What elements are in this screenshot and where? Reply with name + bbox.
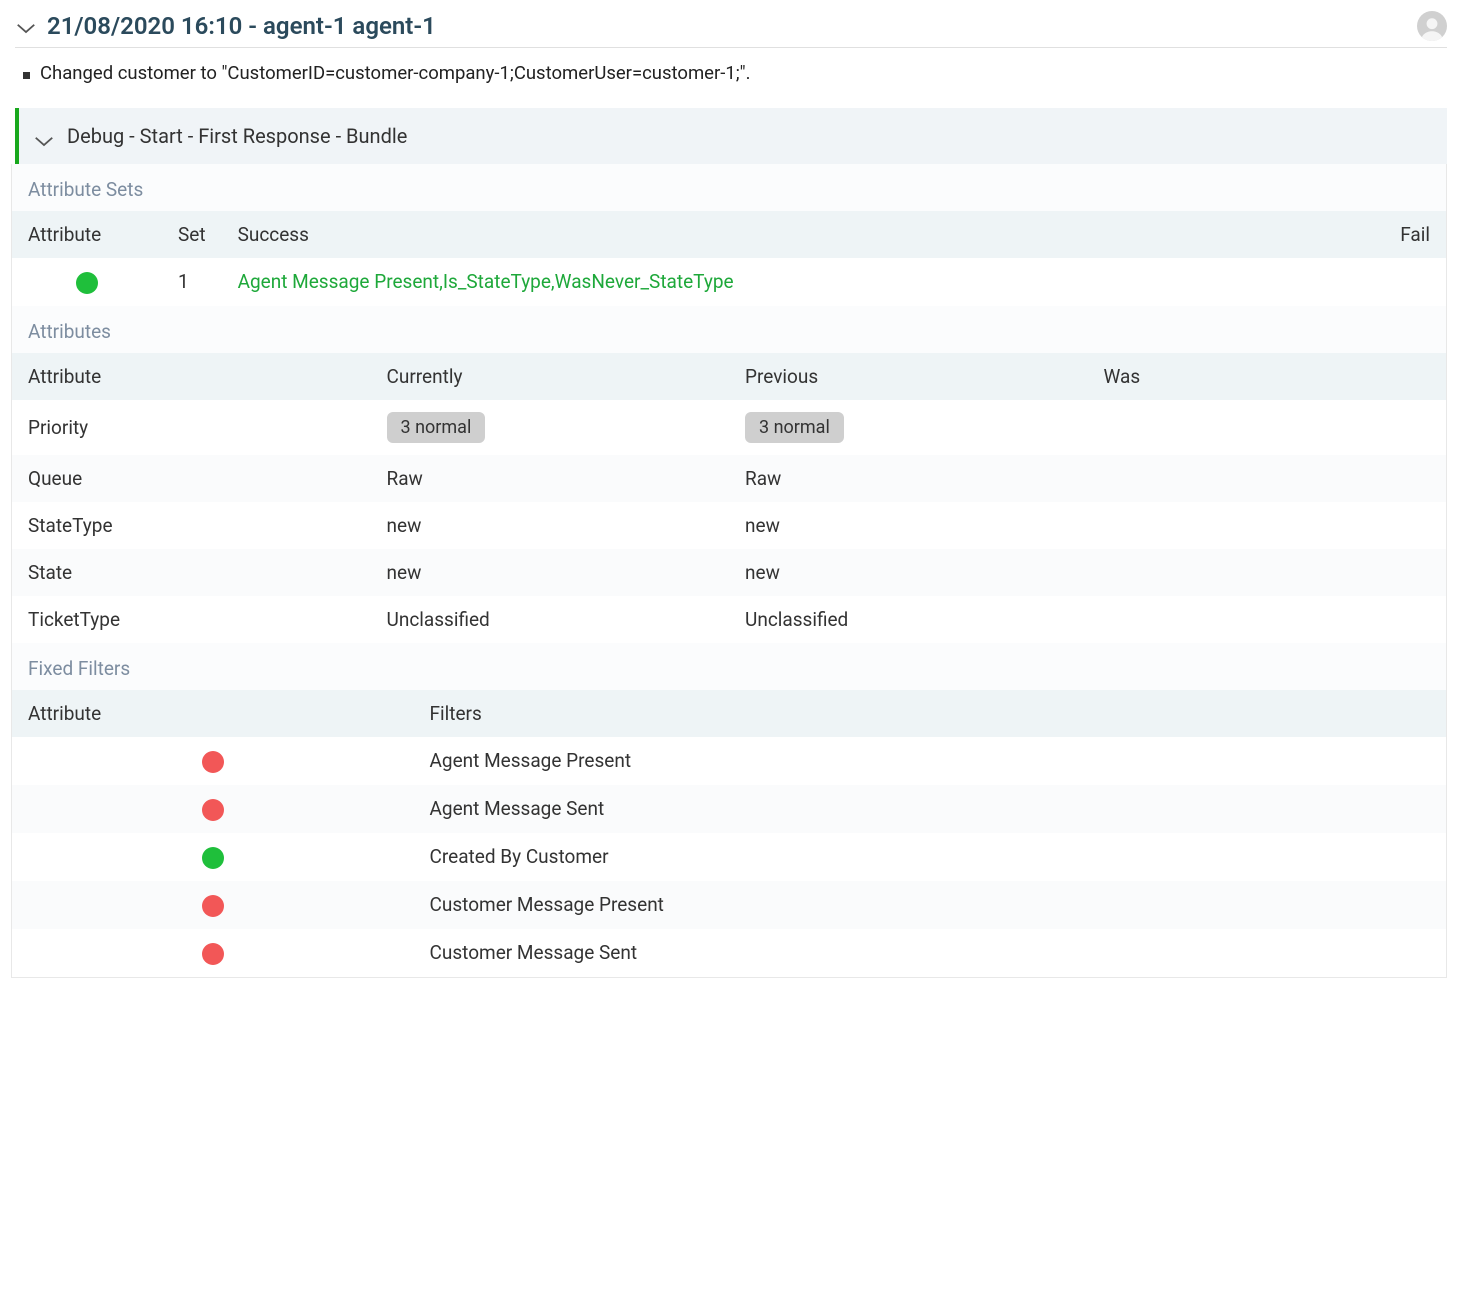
cell-status	[12, 737, 414, 785]
table-row: Agent Message Present	[12, 737, 1446, 785]
status-dot-icon	[76, 272, 98, 294]
change-text: Changed customer to "CustomerID=customer…	[40, 62, 751, 84]
history-entry-header[interactable]: 21/08/2020 16:10 - agent-1 agent-1	[15, 5, 1447, 48]
col-attribute: Attribute	[12, 690, 414, 737]
cell-filter: Created By Customer	[414, 833, 1446, 881]
chevron-down-icon	[33, 129, 55, 143]
col-attribute: Attribute	[12, 211, 162, 258]
debug-panel-header[interactable]: Debug - Start - First Response - Bundle	[19, 108, 1447, 164]
cell-currently: 3 normal	[371, 400, 730, 455]
cell-attribute: Priority	[12, 400, 371, 455]
value-tag: 3 normal	[387, 412, 486, 443]
cell-currently: new	[371, 549, 730, 596]
cell-currently: Unclassified	[371, 596, 730, 643]
change-list: Changed customer to "CustomerID=customer…	[15, 48, 1447, 108]
cell-attribute: StateType	[12, 502, 371, 549]
cell-previous: new	[729, 549, 1088, 596]
col-filters: Filters	[414, 690, 1446, 737]
cell-attribute: State	[12, 549, 371, 596]
col-currently: Currently	[371, 353, 730, 400]
cell-previous: Unclassified	[729, 596, 1088, 643]
attribute-sets-section: Attribute Sets Attribute Set Success Fai…	[11, 164, 1447, 978]
cell-previous: new	[729, 502, 1088, 549]
table-row: Statenewnew	[12, 549, 1446, 596]
status-dot-icon	[202, 895, 224, 917]
cell-was	[1088, 502, 1447, 549]
cell-currently: new	[371, 502, 730, 549]
debug-panel-title: Debug - Start - First Response - Bundle	[67, 124, 407, 148]
cell-filter: Customer Message Present	[414, 881, 1446, 929]
cell-filter: Agent Message Present	[414, 737, 1446, 785]
table-row: Customer Message Sent	[12, 929, 1446, 977]
table-row: QueueRawRaw	[12, 455, 1446, 502]
cell-status	[12, 929, 414, 977]
table-row: StateTypenewnew	[12, 502, 1446, 549]
table-row: Agent Message Sent	[12, 785, 1446, 833]
table-row: TicketTypeUnclassifiedUnclassified	[12, 596, 1446, 643]
status-dot-icon	[202, 847, 224, 869]
cell-attribute: Queue	[12, 455, 371, 502]
bullet-icon	[23, 72, 30, 79]
table-row: Priority 3 normal 3 normal	[12, 400, 1446, 455]
table-row: Created By Customer	[12, 833, 1446, 881]
status-dot-icon	[202, 751, 224, 773]
cell-fail	[1376, 258, 1446, 306]
status-dot-icon	[202, 943, 224, 965]
cell-status	[12, 881, 414, 929]
table-row: Customer Message Present	[12, 881, 1446, 929]
chevron-down-icon	[15, 19, 37, 33]
col-success: Success	[222, 211, 1376, 258]
cell-was	[1088, 400, 1447, 455]
cell-previous: Raw	[729, 455, 1088, 502]
cell-filter: Agent Message Sent	[414, 785, 1446, 833]
cell-success: Agent Message Present,Is_StateType,WasNe…	[222, 258, 1376, 306]
attribute-sets-table: Attribute Set Success Fail 1 Agent Messa…	[12, 211, 1446, 306]
debug-panel: Debug - Start - First Response - Bundle	[15, 108, 1447, 164]
change-item: Changed customer to "CustomerID=customer…	[23, 62, 1447, 84]
col-set: Set	[162, 211, 222, 258]
section-title: Attribute Sets	[12, 164, 1446, 211]
avatar	[1417, 11, 1447, 41]
cell-status	[12, 785, 414, 833]
section-title: Attributes	[12, 306, 1446, 353]
cell-currently: Raw	[371, 455, 730, 502]
col-attribute: Attribute	[12, 353, 371, 400]
col-previous: Previous	[729, 353, 1088, 400]
cell-status	[12, 833, 414, 881]
attributes-table: Attribute Currently Previous Was Priorit…	[12, 353, 1446, 643]
cell-attribute: TicketType	[12, 596, 371, 643]
cell-was	[1088, 455, 1447, 502]
cell-was	[1088, 596, 1447, 643]
cell-was	[1088, 549, 1447, 596]
status-dot-icon	[202, 799, 224, 821]
history-entry-title: 21/08/2020 16:10 - agent-1 agent-1	[47, 12, 436, 40]
cell-previous: 3 normal	[729, 400, 1088, 455]
section-title: Fixed Filters	[12, 643, 1446, 690]
col-was: Was	[1088, 353, 1447, 400]
table-row: 1 Agent Message Present,Is_StateType,Was…	[12, 258, 1446, 306]
col-fail: Fail	[1376, 211, 1446, 258]
value-tag: 3 normal	[745, 412, 844, 443]
cell-filter: Customer Message Sent	[414, 929, 1446, 977]
cell-set: 1	[162, 258, 222, 306]
fixed-filters-table: Attribute Filters Agent Message PresentA…	[12, 690, 1446, 977]
